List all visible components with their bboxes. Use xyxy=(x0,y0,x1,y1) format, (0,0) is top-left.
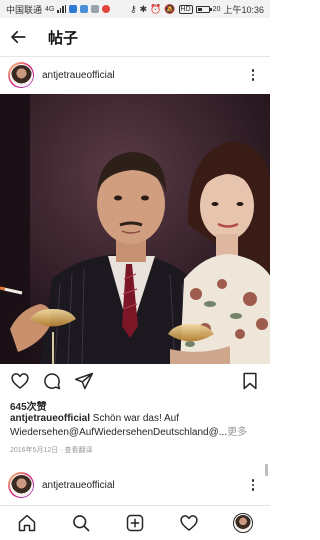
home-icon xyxy=(18,514,36,532)
post-username[interactable]: antjetraueofficial xyxy=(42,70,115,81)
status-bar: 中国联通 4G ⚷ ✱ ⏰ 🔕 HD 20 上午10:36 xyxy=(0,0,270,18)
next-post-username[interactable]: antjetraueofficial xyxy=(42,480,115,491)
comment-icon xyxy=(44,373,61,390)
bottom-nav xyxy=(0,505,270,540)
chat-app-icon xyxy=(80,5,89,13)
location-app-icon xyxy=(102,5,111,13)
heart-icon xyxy=(11,373,29,389)
translate-link[interactable]: · 查看翻译 xyxy=(58,447,92,454)
post-caption: antjetraueofficial Schön war das! Auf Wi… xyxy=(10,412,262,440)
post-meta: 2016年5月12日 · 查看翻译 xyxy=(10,445,93,455)
mute-icon: 🔕 xyxy=(164,3,176,14)
next-post-header: antjetraueofficial xyxy=(0,468,270,502)
app-bar: 帖子 xyxy=(0,18,270,56)
more-vertical-icon xyxy=(251,479,255,482)
tab-profile[interactable] xyxy=(230,510,256,536)
battery-level: 20 xyxy=(212,5,221,13)
page-title: 帖子 xyxy=(48,29,79,47)
post-header: antjetraueofficial xyxy=(0,58,270,92)
caption-more-link[interactable]: 更多 xyxy=(227,427,247,438)
search-icon xyxy=(73,515,90,532)
post-actions xyxy=(0,368,270,394)
caption-username[interactable]: antjetraueofficial xyxy=(10,413,90,424)
clock: 上午10:36 xyxy=(223,4,264,15)
send-icon xyxy=(74,372,94,390)
image-app-icon xyxy=(91,5,100,13)
message-app-icon xyxy=(69,5,78,13)
tab-search[interactable] xyxy=(68,510,94,536)
arrow-left-icon xyxy=(11,30,26,44)
avatar[interactable] xyxy=(8,472,34,498)
bookmark-icon xyxy=(243,372,257,390)
avatar-image xyxy=(9,63,33,87)
post-date: 2016年5月12日 xyxy=(10,447,59,454)
plus-square-icon xyxy=(126,514,144,532)
profile-avatar-icon xyxy=(233,513,253,533)
status-bar-right: ⚷ ✱ ⏰ 🔕 HD 20 上午10:36 xyxy=(130,3,264,16)
avatar-image xyxy=(9,473,33,497)
key-icon: ⚷ xyxy=(129,3,137,14)
post-image[interactable] xyxy=(0,94,270,364)
save-button[interactable] xyxy=(239,370,261,392)
like-count[interactable]: 645次赞 xyxy=(10,398,47,413)
back-button[interactable] xyxy=(6,25,30,49)
hd-icon: HD xyxy=(178,4,193,14)
scrollbar[interactable] xyxy=(265,464,268,476)
signal-icon xyxy=(57,5,67,13)
more-vertical-icon xyxy=(251,69,255,72)
more-options-button[interactable] xyxy=(244,64,262,86)
divider xyxy=(0,56,270,57)
comment-button[interactable] xyxy=(41,370,63,392)
tab-new-post[interactable] xyxy=(122,510,148,536)
heart-icon xyxy=(180,515,198,531)
avatar[interactable] xyxy=(8,62,34,88)
bluetooth-icon: ✱ xyxy=(139,3,148,14)
status-bar-left: 中国联通 4G xyxy=(6,3,111,16)
share-button[interactable] xyxy=(73,370,95,392)
battery-icon xyxy=(195,5,212,13)
tab-activity[interactable] xyxy=(176,510,202,536)
tab-home[interactable] xyxy=(14,510,40,536)
alarm-icon: ⏰ xyxy=(150,3,162,14)
like-button[interactable] xyxy=(9,370,31,392)
post-photo-illustration xyxy=(0,94,270,364)
more-options-button[interactable] xyxy=(244,474,262,496)
network-type: 4G xyxy=(45,5,55,13)
carrier-name: 中国联通 xyxy=(6,4,43,15)
